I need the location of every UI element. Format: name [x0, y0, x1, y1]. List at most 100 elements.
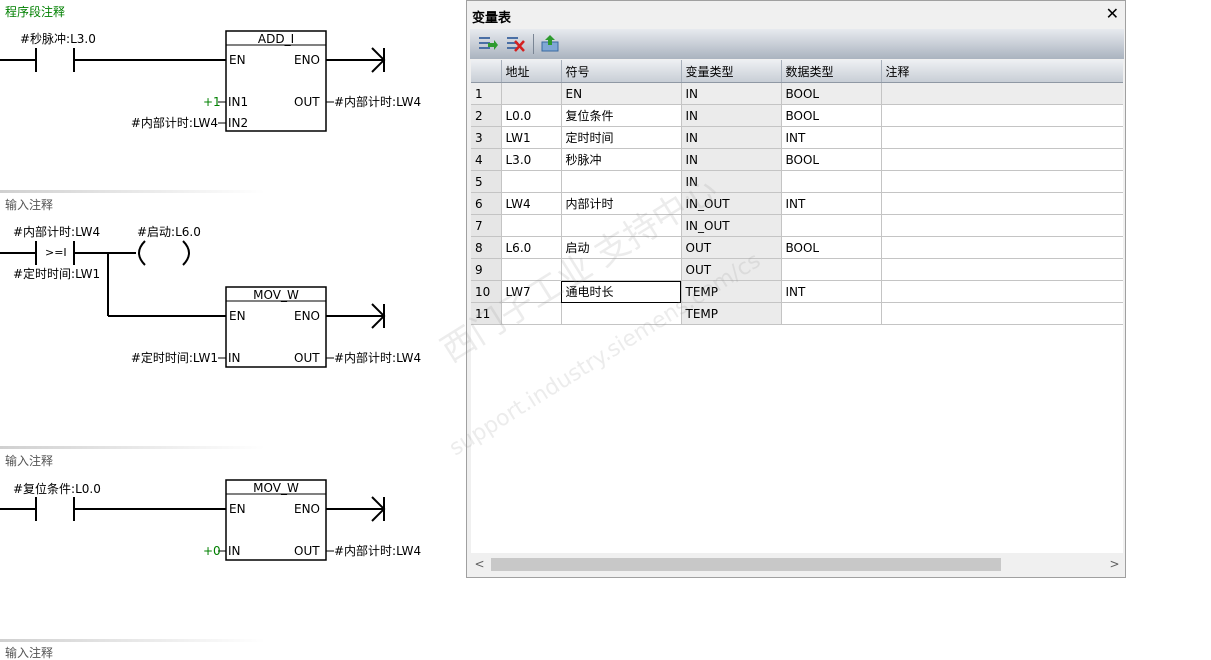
symbol-cell[interactable]: 复位条件 — [561, 104, 682, 127]
compare-operator: >=I — [45, 246, 67, 259]
close-icon[interactable]: ✕ — [1106, 4, 1119, 23]
address-cell[interactable]: LW4 — [501, 192, 562, 215]
variable-grid: 地址 符号 变量类型 数据类型 注释 1 EN IN BOOL 2 L0.0 复… — [471, 60, 1123, 553]
data-type-cell[interactable]: BOOL — [781, 104, 882, 127]
table-row[interactable]: 2 L0.0 复位条件 IN BOOL — [471, 104, 1123, 127]
in2-operand[interactable]: #内部计时:LW4 — [112, 116, 218, 130]
data-type-cell[interactable]: INT — [781, 126, 882, 149]
row-number[interactable]: 5 — [471, 170, 502, 193]
comment-cell[interactable] — [881, 302, 1123, 325]
horizontal-scrollbar[interactable]: < > — [471, 556, 1123, 573]
data-type-cell[interactable] — [781, 258, 882, 281]
contact-label: #秒脉冲:L3.0 — [20, 32, 96, 46]
comment-cell[interactable] — [881, 236, 1123, 259]
data-type-cell[interactable] — [781, 302, 882, 325]
var-type-cell[interactable]: IN — [681, 126, 782, 149]
header-var-type[interactable]: 变量类型 — [681, 60, 782, 83]
data-type-cell[interactable]: BOOL — [781, 148, 882, 171]
data-type-cell[interactable]: INT — [781, 192, 882, 215]
address-cell[interactable] — [501, 82, 562, 105]
network-separator — [0, 190, 265, 193]
program-comment[interactable]: 程序段注释 — [5, 5, 65, 19]
table-row[interactable]: 7 IN_OUT — [471, 214, 1123, 237]
scroll-thumb[interactable] — [491, 558, 1001, 571]
data-type-cell[interactable]: BOOL — [781, 236, 882, 259]
comment-cell[interactable] — [881, 104, 1123, 127]
network-comment[interactable]: 输入注释 — [5, 198, 53, 212]
comment-cell[interactable] — [881, 126, 1123, 149]
data-type-cell[interactable]: INT — [781, 280, 882, 303]
network-separator — [0, 639, 265, 642]
coil-right-arc — [182, 240, 190, 266]
row-number[interactable]: 9 — [471, 258, 502, 281]
header-rownum — [471, 60, 502, 83]
address-cell[interactable]: LW1 — [501, 126, 562, 149]
row-number[interactable]: 6 — [471, 192, 502, 215]
network-separator — [0, 446, 265, 449]
comment-cell[interactable] — [881, 192, 1123, 215]
var-type-cell[interactable]: IN — [681, 82, 782, 105]
comment-cell[interactable] — [881, 214, 1123, 237]
row-number[interactable]: 8 — [471, 236, 502, 259]
ladder-editor: 程序段注释 #秒脉冲:L3.0 ADD_I EN ENO +1 IN1 #内部计… — [0, 0, 466, 660]
row-number[interactable]: 3 — [471, 126, 502, 149]
out-operand[interactable]: #内部计时:LW4 — [334, 544, 421, 558]
data-type-cell[interactable]: BOOL — [781, 82, 882, 105]
eno-pin: ENO — [294, 53, 321, 67]
header-symbol[interactable]: 符号 — [561, 60, 682, 83]
delete-row-icon[interactable] — [504, 33, 526, 55]
block-title: MOV_W — [253, 288, 299, 302]
var-type-cell[interactable]: OUT — [681, 236, 782, 259]
row-number[interactable]: 2 — [471, 104, 502, 127]
in-pin: IN — [228, 544, 241, 558]
download-icon[interactable] — [540, 33, 562, 55]
header-comment[interactable]: 注释 — [881, 60, 1123, 83]
address-cell[interactable] — [501, 170, 562, 193]
header-address[interactable]: 地址 — [501, 60, 562, 83]
toolbar-separator — [533, 34, 534, 54]
comment-cell[interactable] — [881, 258, 1123, 281]
header-row: 地址 符号 变量类型 数据类型 注释 — [471, 60, 1123, 83]
contact-label[interactable]: #复位条件:L0.0 — [13, 482, 101, 496]
address-cell[interactable]: L3.0 — [501, 148, 562, 171]
header-data-type[interactable]: 数据类型 — [781, 60, 882, 83]
eno-pin: ENO — [294, 309, 321, 323]
toolbar — [470, 29, 1124, 59]
row-number[interactable]: 4 — [471, 148, 502, 171]
in-constant[interactable]: +0 — [203, 544, 221, 558]
var-type-cell[interactable]: IN — [681, 104, 782, 127]
compare-top-operand[interactable]: #内部计时:LW4 — [13, 225, 100, 239]
compare-bottom-operand[interactable]: #定时时间:LW1 — [13, 267, 100, 281]
scroll-left-icon[interactable]: < — [471, 556, 488, 573]
in-operand[interactable]: #定时时间:LW1 — [112, 351, 218, 365]
comment-cell[interactable] — [881, 280, 1123, 303]
symbol-cell[interactable]: EN — [561, 82, 682, 105]
row-number[interactable]: 1 — [471, 82, 502, 105]
table-row[interactable]: 3 LW1 定时时间 IN INT — [471, 126, 1123, 149]
comment-cell[interactable] — [881, 170, 1123, 193]
scroll-right-icon[interactable]: > — [1106, 556, 1123, 573]
table-row[interactable]: 6 LW4 内部计时 IN_OUT INT — [471, 192, 1123, 215]
address-cell[interactable] — [501, 214, 562, 237]
out-operand[interactable]: #内部计时:LW4 — [334, 95, 421, 109]
coil-label[interactable]: #启动:L6.0 — [137, 225, 201, 239]
row-number[interactable]: 7 — [471, 214, 502, 237]
comment-cell[interactable] — [881, 82, 1123, 105]
table-row[interactable]: 1 EN IN BOOL — [471, 82, 1123, 105]
data-type-cell[interactable] — [781, 214, 882, 237]
network-comment[interactable]: 输入注释 — [5, 454, 53, 468]
out-pin: OUT — [294, 351, 320, 365]
eno-pin: ENO — [294, 502, 321, 516]
table-row[interactable]: 5 IN — [471, 170, 1123, 193]
in1-constant[interactable]: +1 — [203, 95, 221, 109]
insert-row-icon[interactable] — [476, 33, 498, 55]
table-row[interactable]: 11 TEMP — [471, 302, 1123, 325]
comment-cell[interactable] — [881, 148, 1123, 171]
symbol-cell[interactable]: 秒脉冲 — [561, 148, 682, 171]
symbol-cell[interactable]: 定时时间 — [561, 126, 682, 149]
data-type-cell[interactable] — [781, 170, 882, 193]
in-pin: IN — [228, 351, 241, 365]
out-operand[interactable]: #内部计时:LW4 — [334, 351, 421, 365]
address-cell[interactable]: L0.0 — [501, 104, 562, 127]
table-row[interactable]: 4 L3.0 秒脉冲 IN BOOL — [471, 148, 1123, 171]
